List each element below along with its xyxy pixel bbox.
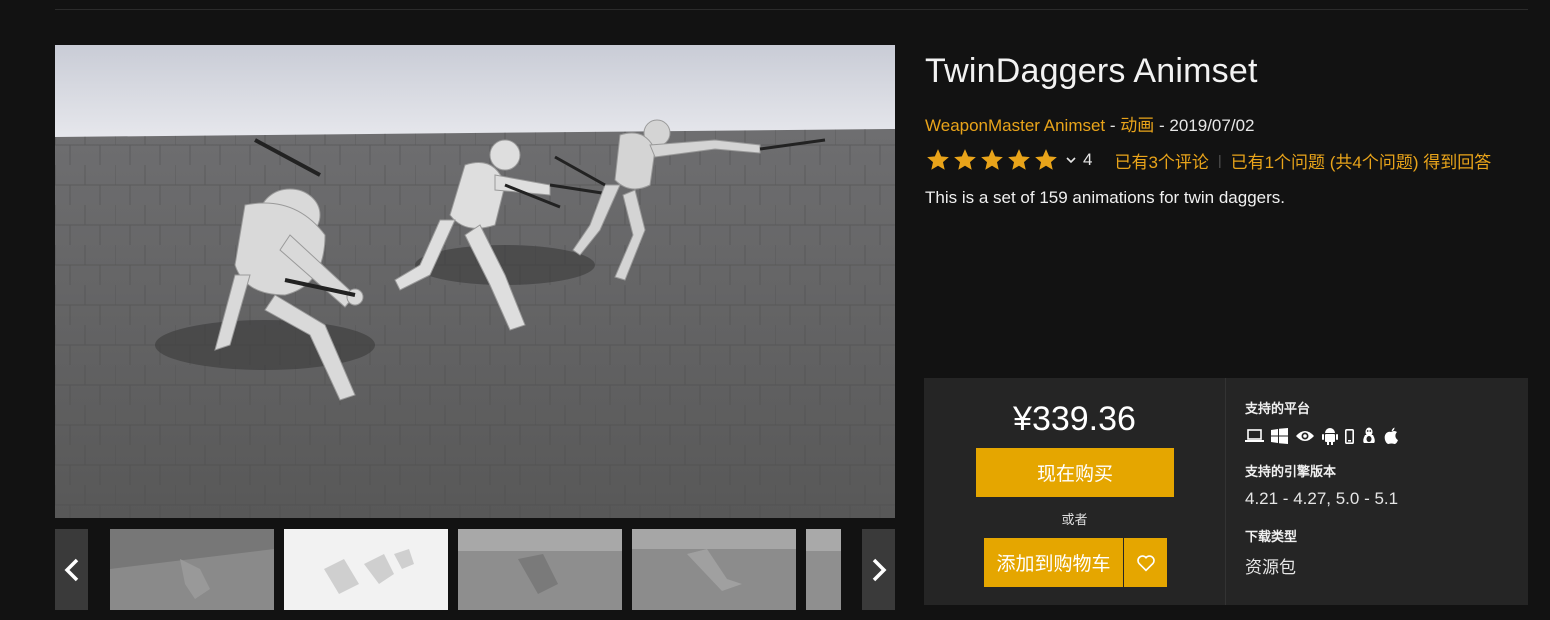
platform-icons [1245,427,1399,445]
panel-divider [1225,378,1226,605]
star-icon [981,149,1003,170]
chevron-left-icon [64,558,78,581]
top-divider [55,9,1528,10]
divider: | [1217,152,1222,168]
heart-icon [1136,554,1155,572]
add-to-cart-button[interactable]: 添加到购物车 [984,538,1123,587]
star-icon [954,149,976,170]
star-icon [1035,149,1057,170]
eye-icon [1296,431,1314,441]
thumbnail-1[interactable] [110,529,274,610]
next-thumbnail-button[interactable] [862,529,895,610]
rating-row: 4 已有3个评论 | 已有1个问题 (共4个问题) 得到回答 [925,147,1491,173]
main-product-image[interactable] [55,45,895,518]
download-type: 资源包 [1245,558,1296,577]
star-icon [1008,149,1030,170]
reviews-link[interactable]: 已有3个评论 [1114,148,1208,173]
meta-separator: - [1154,116,1170,135]
rating-count: 4 [1083,150,1093,169]
release-date: 2019/07/02 [1169,116,1255,135]
download-type-label: 下载类型 [1245,529,1298,544]
thumbnail-strip [55,529,895,610]
prev-thumbnail-button[interactable] [55,529,88,610]
purchase-panel: ¥339.36 现在购买 或者 添加到购物车 支持的平台 支持的引擎版本 4.2… [924,378,1528,605]
product-meta: WeaponMaster Animset - 动画 - 2019/07/02 [925,111,1254,136]
wishlist-button[interactable] [1124,538,1167,587]
android-icon [1322,428,1338,445]
linux-icon [1363,427,1375,443]
thumbnail-5[interactable] [806,529,841,610]
seller-link[interactable]: WeaponMaster Animset [925,116,1105,135]
buy-now-button[interactable]: 现在购买 [976,448,1174,497]
phone-icon [1345,428,1354,444]
engine-label: 支持的引擎版本 [1245,464,1337,479]
category-link[interactable]: 动画 [1120,116,1154,135]
price: ¥339.36 [1013,400,1136,438]
windows-icon [1271,428,1288,444]
product-description: This is a set of 159 animations for twin… [925,188,1286,207]
chevron-down-icon[interactable] [1065,154,1077,166]
meta-separator: - [1105,116,1121,135]
star-icon [927,149,949,170]
thumbnail-4[interactable] [632,529,796,610]
platforms-label: 支持的平台 [1245,401,1311,416]
questions-link[interactable]: 已有1个问题 (共4个问题) 得到回答 [1231,148,1492,173]
laptop-icon [1245,429,1264,442]
product-title: TwinDaggers Animset [925,52,1258,90]
thumbnail-3[interactable] [458,529,622,610]
apple-icon [1384,427,1398,444]
or-label: 或者 [1061,512,1088,527]
chevron-right-icon [872,558,886,581]
star-rating[interactable] [925,147,1059,173]
engine-versions: 4.21 - 4.27, 5.0 - 5.1 [1245,489,1399,508]
thumbnail-2[interactable] [284,529,448,610]
